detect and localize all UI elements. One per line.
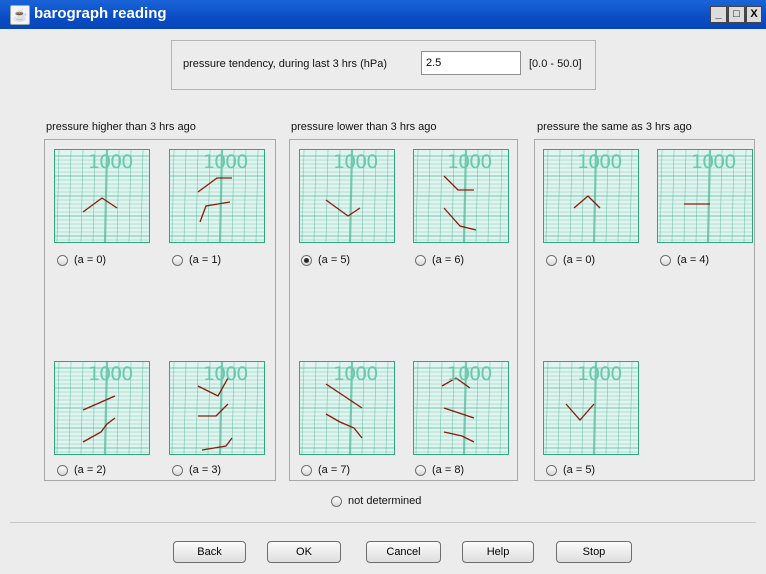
ok-button[interactable]: OK bbox=[267, 541, 341, 563]
radio-dot[interactable] bbox=[546, 464, 557, 476]
pressure-trace bbox=[325, 413, 363, 439]
radio-higher-a3[interactable]: (a = 3) bbox=[172, 464, 221, 476]
radio-label: (a = 6) bbox=[432, 254, 465, 266]
radio-higher-a2[interactable]: (a = 2) bbox=[57, 464, 106, 476]
radio-dot[interactable] bbox=[415, 464, 426, 476]
radio-dot[interactable] bbox=[172, 254, 183, 266]
chart-scale-label: 1000 bbox=[88, 151, 133, 173]
pressure-trace bbox=[443, 431, 475, 443]
radio-dot[interactable] bbox=[660, 254, 671, 266]
back-button[interactable]: Back bbox=[173, 541, 246, 563]
chart-scale-label: 1000 bbox=[88, 363, 133, 385]
chart-scale-label: 1000 bbox=[203, 151, 248, 173]
barogram-lower-a6: 1000 bbox=[413, 149, 509, 243]
window-title: barograph reading bbox=[34, 5, 167, 22]
chart-scale-label: 1000 bbox=[333, 363, 378, 385]
group-same-title: pressure the same as 3 hrs ago bbox=[537, 121, 692, 133]
pressure-trace bbox=[443, 407, 475, 419]
radio-higher-a1[interactable]: (a = 1) bbox=[172, 254, 221, 266]
radio-label: (a = 4) bbox=[677, 254, 710, 266]
pressure-trace bbox=[573, 195, 601, 209]
tendency-range: [0.0 - 50.0] bbox=[529, 58, 582, 70]
barogram-same-a5: 1000 bbox=[543, 361, 639, 455]
radio-label: (a = 5) bbox=[563, 464, 596, 476]
radio-lower-a8[interactable]: (a = 8) bbox=[415, 464, 464, 476]
radio-dot[interactable] bbox=[301, 254, 312, 266]
radio-same-a0[interactable]: (a = 0) bbox=[546, 254, 595, 266]
chart-scale-label: 1000 bbox=[447, 151, 492, 173]
barogram-same-a0: 1000 bbox=[543, 149, 639, 243]
radio-label: (a = 0) bbox=[74, 254, 107, 266]
barogram-higher-a1: 1000 bbox=[169, 149, 265, 243]
barogram-lower-a7: 1000 bbox=[299, 361, 395, 455]
pressure-trace bbox=[443, 207, 477, 231]
radio-label: (a = 5) bbox=[318, 254, 351, 266]
pressure-trace bbox=[82, 417, 116, 443]
radio-dot[interactable] bbox=[57, 464, 68, 476]
radio-lower-a6[interactable]: (a = 6) bbox=[415, 254, 464, 266]
radio-dot[interactable] bbox=[301, 464, 312, 476]
group-lower-title: pressure lower than 3 hrs ago bbox=[291, 121, 437, 133]
title-bar: ☕ barograph reading _ □ X bbox=[0, 0, 766, 29]
radio-higher-a0[interactable]: (a = 0) bbox=[57, 254, 106, 266]
radio-dot[interactable] bbox=[331, 495, 342, 507]
radio-same-a4[interactable]: (a = 4) bbox=[660, 254, 709, 266]
radio-label: (a = 1) bbox=[189, 254, 222, 266]
radio-label: (a = 2) bbox=[74, 464, 107, 476]
pressure-trace bbox=[198, 403, 229, 417]
group-higher-title: pressure higher than 3 hrs ago bbox=[46, 121, 196, 133]
stop-button[interactable]: Stop bbox=[556, 541, 632, 563]
barogram-same-a4: 1000 bbox=[657, 149, 753, 243]
chart-scale-label: 1000 bbox=[691, 151, 736, 173]
radio-lower-a5[interactable]: (a = 5) bbox=[301, 254, 350, 266]
radio-lower-a7[interactable]: (a = 7) bbox=[301, 464, 350, 476]
chart-scale-label: 1000 bbox=[447, 363, 492, 385]
radio-dot[interactable] bbox=[415, 254, 426, 266]
divider bbox=[10, 522, 756, 523]
group-same-panel: 1000 1000 (a = 0) (a = 4) 1000 (a = 5) bbox=[534, 139, 755, 481]
help-button[interactable]: Help bbox=[462, 541, 534, 563]
barogram-lower-a5: 1000 bbox=[299, 149, 395, 243]
radio-label: (a = 7) bbox=[318, 464, 351, 476]
radio-dot[interactable] bbox=[57, 254, 68, 266]
maximize-button[interactable]: □ bbox=[728, 6, 745, 23]
radio-same-a5[interactable]: (a = 5) bbox=[546, 464, 595, 476]
java-cup-icon: ☕ bbox=[10, 5, 30, 25]
radio-label: (a = 8) bbox=[432, 464, 465, 476]
group-higher-panel: 1000 1000 (a = 0) (a = 1) 1000 1000 (a =… bbox=[44, 139, 276, 481]
minimize-button[interactable]: _ bbox=[710, 6, 727, 23]
tendency-input[interactable] bbox=[421, 51, 521, 75]
barogram-higher-a0: 1000 bbox=[54, 149, 150, 243]
radio-dot[interactable] bbox=[172, 464, 183, 476]
chart-scale-label: 1000 bbox=[577, 151, 622, 173]
barogram-lower-a8: 1000 bbox=[413, 361, 509, 455]
chart-scale-label: 1000 bbox=[203, 363, 248, 385]
radio-not-determined[interactable]: not determined bbox=[331, 495, 421, 507]
tendency-label: pressure tendency, during last 3 hrs (hP… bbox=[183, 58, 388, 70]
chart-scale-label: 1000 bbox=[333, 151, 378, 173]
cancel-button[interactable]: Cancel bbox=[366, 541, 441, 563]
close-button[interactable]: X bbox=[746, 6, 762, 23]
barogram-higher-a3: 1000 bbox=[169, 361, 265, 455]
barogram-higher-a2: 1000 bbox=[54, 361, 150, 455]
radio-label: (a = 3) bbox=[189, 464, 222, 476]
radio-label: not determined bbox=[348, 495, 422, 507]
radio-label: (a = 0) bbox=[563, 254, 596, 266]
group-lower-panel: 1000 1000 (a = 5) (a = 6) 1000 1000 (a =… bbox=[289, 139, 518, 481]
chart-scale-label: 1000 bbox=[577, 363, 622, 385]
radio-dot[interactable] bbox=[546, 254, 557, 266]
tendency-panel: pressure tendency, during last 3 hrs (hP… bbox=[171, 40, 596, 90]
